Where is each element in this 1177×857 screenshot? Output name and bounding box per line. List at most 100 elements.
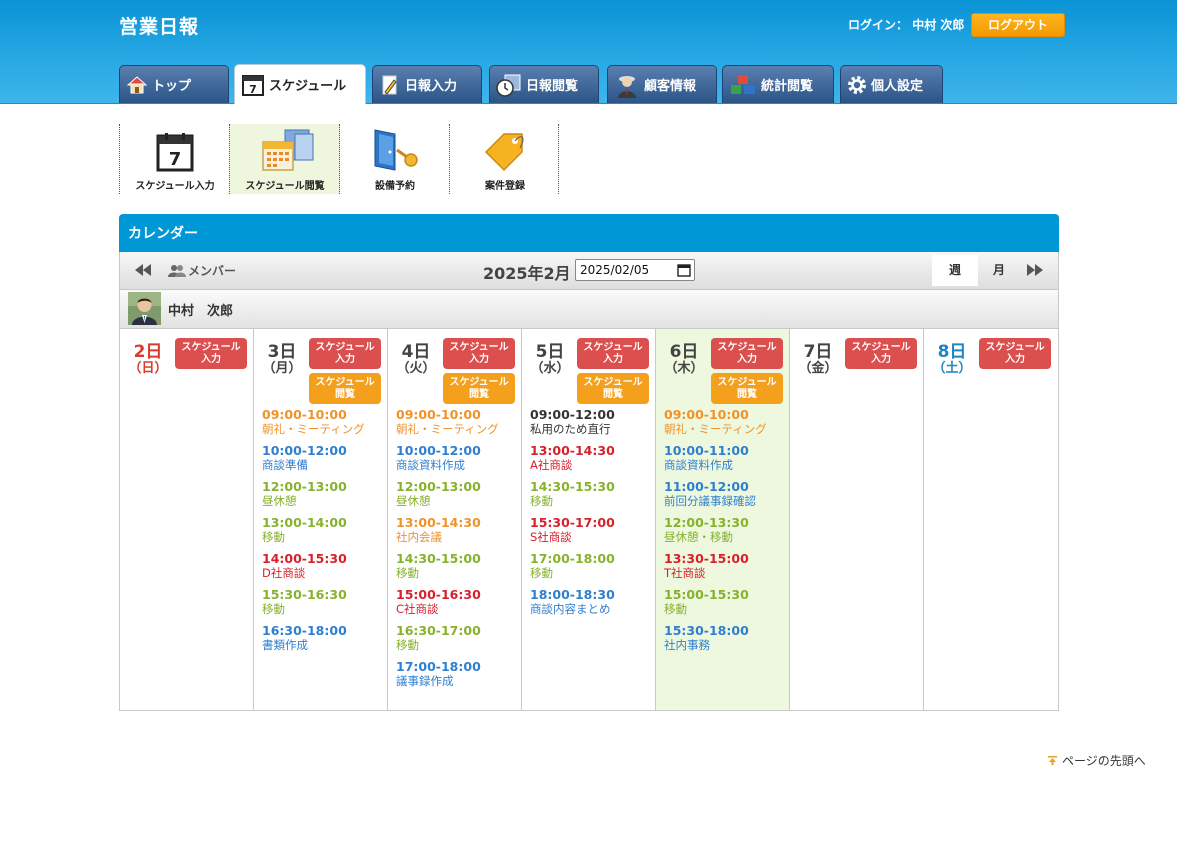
event-time: 13:30-15:00 [664, 551, 749, 566]
schedule-view-button[interactable]: スケジュール 閲覧 [443, 373, 515, 404]
event-item[interactable]: 14:00-15:30 D社商談 [262, 551, 387, 581]
event-list: 09:00-10:00 朝礼・ミーティング 10:00-12:00 商談資料作成 12:… [388, 407, 521, 689]
date-picker-input[interactable]: 2025/02/05 [575, 259, 695, 281]
back-to-top-link[interactable]: ページの先頭へ [1047, 752, 1146, 769]
event-item[interactable]: 17:00-18:00 移動 [530, 551, 655, 581]
event-item[interactable]: 09:00-10:00 朝礼・ミーティング [262, 407, 387, 437]
event-title: 移動 [396, 638, 419, 652]
week-view-button[interactable]: 週 [932, 255, 978, 286]
schedule-input-button[interactable]: スケジュール 入力 [979, 338, 1051, 369]
event-title: C社商談 [396, 602, 439, 616]
event-item[interactable]: 09:00-10:00 朝礼・ミーティング [396, 407, 521, 437]
tab-personal-settings-label: 個人設定 [871, 79, 924, 94]
date-picker-value: 2025/02/05 [580, 263, 650, 277]
event-item[interactable]: 14:30-15:30 移動 [530, 479, 655, 509]
event-item[interactable]: 15:30-16:30 移動 [262, 587, 387, 617]
app-title: 営業日報 [119, 16, 200, 38]
event-time: 16:30-17:00 [396, 623, 481, 638]
event-item[interactable]: 09:00-12:00 私用のため直行 [530, 407, 655, 437]
event-item[interactable]: 13:00-14:30 社内会議 [396, 515, 521, 545]
schedule-input-button[interactable]: スケジュール 入力 [845, 338, 917, 369]
tab-schedule[interactable]: 7 スケジュール [234, 64, 366, 104]
event-item[interactable]: 17:00-18:00 議事録作成 [396, 659, 521, 689]
schedule-input-button[interactable]: スケジュール 入力 [577, 338, 649, 369]
event-item[interactable]: 15:00-16:30 C社商談 [396, 587, 521, 617]
member-row: 中村 次郎 [119, 290, 1059, 329]
event-time: 18:00-18:30 [530, 587, 615, 602]
event-item[interactable]: 10:00-12:00 商談資料作成 [396, 443, 521, 473]
schedule-view-button[interactable]: スケジュール 閲覧 [309, 373, 381, 404]
day-header: 7日 （金） スケジュール 入力 [790, 329, 923, 407]
event-item[interactable]: 10:00-12:00 商談準備 [262, 443, 387, 473]
month-view-button[interactable]: 月 [988, 255, 1010, 286]
subnav-schedule-browse[interactable]: スケジュール閲覧 [229, 124, 340, 194]
event-item[interactable]: 15:00-15:30 移動 [664, 587, 789, 617]
customer-icon [618, 75, 636, 98]
event-item[interactable]: 10:00-11:00 商談資料作成 [664, 443, 789, 473]
logout-button[interactable]: ログアウト [971, 13, 1065, 37]
event-item[interactable]: 13:00-14:30 A社商談 [530, 443, 655, 473]
event-item[interactable]: 16:30-17:00 移動 [396, 623, 521, 653]
member-button[interactable]: メンバー [168, 262, 236, 279]
schedule-input-button-label: スケジュール [717, 341, 777, 353]
tag-icon [484, 133, 524, 172]
event-title: 昼休憩 [396, 494, 431, 508]
event-item[interactable]: 13:30-15:00 T社商談 [664, 551, 789, 581]
event-time: 15:30-17:00 [530, 515, 615, 530]
event-title: 書類作成 [262, 638, 308, 652]
svg-text:7: 7 [169, 149, 182, 170]
day-header: 4日 （火） スケジュール 入力 スケジュール 閲覧 [388, 329, 521, 407]
event-time: 14:30-15:00 [396, 551, 481, 566]
event-title: 朝礼・ミーティング [396, 422, 499, 436]
event-item[interactable]: 15:30-18:00 社内事務 [664, 623, 789, 653]
event-item[interactable]: 14:30-15:00 移動 [396, 551, 521, 581]
subnav-schedule-input[interactable]: 7 スケジュール入力 [119, 124, 230, 194]
schedule-input-button[interactable]: スケジュール 入力 [443, 338, 515, 369]
event-item[interactable]: 13:00-14:00 移動 [262, 515, 387, 545]
tab-report-input[interactable]: 日報入力 [372, 65, 482, 103]
event-time: 09:00-10:00 [664, 407, 749, 422]
tab-report-view[interactable]: 日報閲覧 [489, 65, 599, 103]
schedule-view-button[interactable]: スケジュール 閲覧 [711, 373, 783, 404]
event-time: 12:00-13:00 [396, 479, 481, 494]
login-info: ログイン： 中村 次郎 [848, 16, 964, 33]
event-title: 私用のため直行 [530, 422, 611, 436]
tab-customer-info[interactable]: 顧客情報 [607, 65, 717, 103]
prev-week-button[interactable] [134, 263, 152, 280]
event-item[interactable]: 09:00-10:00 朝礼・ミーティング [664, 407, 789, 437]
schedule-input-button-label: 入力 [737, 353, 757, 365]
schedule-input-button-label: スケジュール [985, 341, 1045, 353]
subnav-schedule-input-label: スケジュール入力 [135, 181, 215, 192]
event-item[interactable]: 18:00-18:30 商談内容まとめ [530, 587, 655, 617]
next-week-button[interactable] [1026, 263, 1044, 280]
day-weekday: （月） [262, 361, 302, 376]
subnav-facility-reservation-label: 設備予約 [375, 181, 415, 192]
calendar-icon: 7 [242, 74, 264, 96]
tab-personal-settings[interactable]: 個人設定 [840, 65, 943, 103]
schedule-view-button[interactable]: スケジュール 閲覧 [577, 373, 649, 404]
rewind-icon [135, 264, 151, 276]
event-item[interactable]: 12:00-13:00 昼休憩 [396, 479, 521, 509]
schedule-input-button[interactable]: スケジュール 入力 [711, 338, 783, 369]
tab-top[interactable]: トップ [119, 65, 229, 103]
event-item[interactable]: 12:00-13:00 昼休憩 [262, 479, 387, 509]
event-item[interactable]: 16:30-18:00 書類作成 [262, 623, 387, 653]
event-title: 商談内容まとめ [530, 602, 611, 616]
day-weekday: （日） [128, 361, 168, 376]
event-title: D社商談 [262, 566, 306, 580]
schedule-input-button[interactable]: スケジュール 入力 [309, 338, 381, 369]
schedule-input-button-label: 入力 [603, 353, 623, 365]
subnav-facility-reservation[interactable]: 設備予約 [339, 124, 450, 194]
schedule-view-button-label: スケジュール [583, 376, 643, 388]
date-picker-calendar-icon[interactable] [677, 263, 691, 277]
day-weekday: （火） [396, 361, 436, 376]
event-item[interactable]: 12:00-13:30 昼休憩・移動 [664, 515, 789, 545]
schedule-input-button[interactable]: スケジュール 入力 [175, 338, 247, 369]
event-item[interactable]: 15:30-17:00 S社商談 [530, 515, 655, 545]
day-column: 6日 （木） スケジュール 入力 スケジュール 閲覧 09:00-10:00 朝礼・ミーティン… [656, 329, 790, 710]
schedule-input-button-label: スケジュール [315, 341, 375, 353]
subnav-case-registration[interactable]: 案件登録 [449, 124, 560, 194]
day-header: 8日 （土） スケジュール 入力 [924, 329, 1058, 407]
tab-statistics[interactable]: 統計閲覧 [722, 65, 834, 103]
event-item[interactable]: 11:00-12:00 前回分議事録確認 [664, 479, 789, 509]
